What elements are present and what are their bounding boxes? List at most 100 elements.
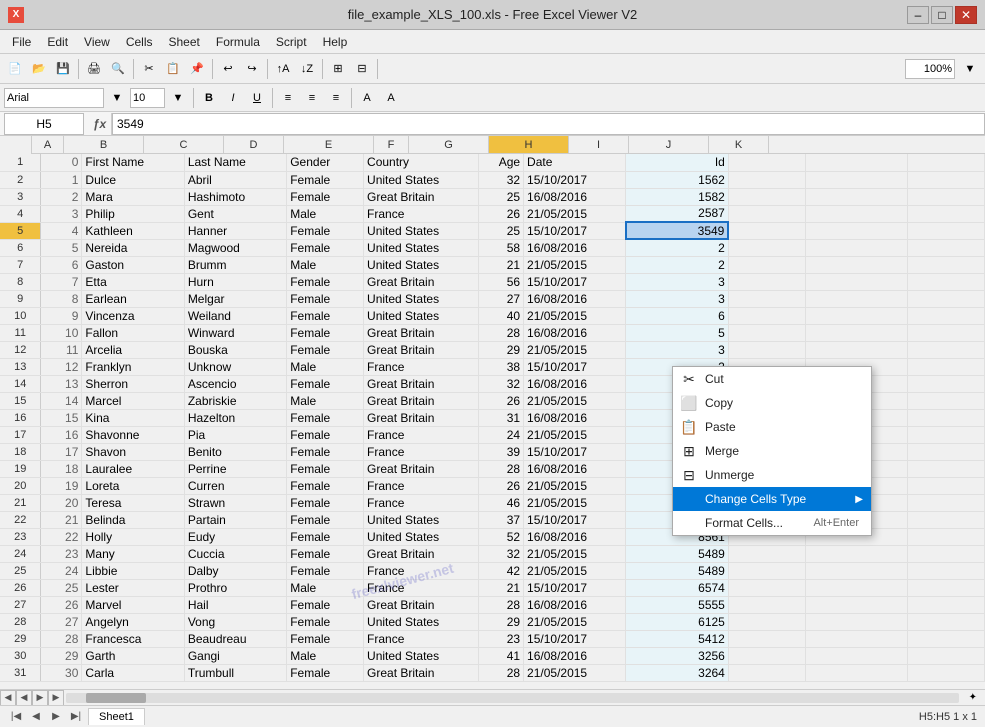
cell-f[interactable]: 23	[479, 630, 524, 647]
cell-d[interactable]: Female	[287, 460, 364, 477]
cell-i[interactable]	[728, 664, 805, 681]
cell-d[interactable]: Male	[287, 647, 364, 664]
cell-g[interactable]: 15/10/2017	[524, 358, 626, 375]
cell-i[interactable]	[728, 188, 805, 205]
cell-e[interactable]: Great Britain	[364, 664, 479, 681]
cell-c[interactable]: Zabriskie	[184, 392, 286, 409]
cell-k[interactable]	[908, 647, 985, 664]
cell-d[interactable]: Female	[287, 222, 364, 239]
minimize-button[interactable]: –	[907, 6, 929, 24]
cell-c[interactable]: Dalby	[184, 562, 286, 579]
color-text-btn[interactable]: A	[380, 87, 402, 109]
cell-c[interactable]: Cuccia	[184, 545, 286, 562]
cell-j[interactable]	[805, 613, 907, 630]
row-number[interactable]: 16	[0, 409, 41, 426]
font-size-dropdown[interactable]: ▼	[167, 87, 189, 109]
cell-k[interactable]	[908, 528, 985, 545]
row-number[interactable]: 5	[0, 222, 41, 239]
cell-c[interactable]: Magwood	[184, 239, 286, 256]
italic-btn[interactable]: I	[222, 87, 244, 109]
cell-f[interactable]: Age	[479, 154, 524, 171]
row-number[interactable]: 21	[0, 494, 41, 511]
cell-j[interactable]	[805, 630, 907, 647]
cell-k[interactable]	[908, 239, 985, 256]
cell-h[interactable]: 3	[626, 290, 728, 307]
row-number[interactable]: 22	[0, 511, 41, 528]
row-number[interactable]: 31	[0, 664, 41, 681]
sheet-tab-1[interactable]: Sheet1	[88, 708, 145, 725]
cell-b[interactable]: Fallon	[82, 324, 184, 341]
cell-c[interactable]: Winward	[184, 324, 286, 341]
cell-b[interactable]: Holly	[82, 528, 184, 545]
underline-btn[interactable]: U	[246, 87, 268, 109]
cell-b[interactable]: Garth	[82, 647, 184, 664]
ctx-format-cells[interactable]: Format Cells... Alt+Enter	[673, 511, 871, 535]
cell-f[interactable]: 28	[479, 596, 524, 613]
row-number[interactable]: 29	[0, 630, 41, 647]
cell-b[interactable]: Vincenza	[82, 307, 184, 324]
row-number[interactable]: 25	[0, 562, 41, 579]
cell-f[interactable]: 21	[479, 579, 524, 596]
cell-c[interactable]: Perrine	[184, 460, 286, 477]
cell-b[interactable]: Gaston	[82, 256, 184, 273]
cell-k[interactable]	[908, 358, 985, 375]
row-number[interactable]: 19	[0, 460, 41, 477]
cell-k[interactable]	[908, 256, 985, 273]
ctx-cut[interactable]: ✂ Cut	[673, 367, 871, 391]
cell-e[interactable]: Great Britain	[364, 409, 479, 426]
sheet-nav-last[interactable]: ▶|	[68, 709, 84, 725]
cell-h[interactable]: 1582	[626, 188, 728, 205]
menu-item-edit[interactable]: Edit	[39, 33, 76, 51]
row-number[interactable]: 3	[0, 188, 41, 205]
cell-e[interactable]: United States	[364, 528, 479, 545]
font-size-input[interactable]	[130, 88, 165, 108]
row-number[interactable]: 20	[0, 477, 41, 494]
menu-item-sheet[interactable]: Sheet	[161, 33, 208, 51]
font-name-dropdown[interactable]: ▼	[106, 87, 128, 109]
cell-b[interactable]: Loreta	[82, 477, 184, 494]
cell-j[interactable]	[805, 562, 907, 579]
cell-e[interactable]: France	[364, 494, 479, 511]
row-number[interactable]: 9	[0, 290, 41, 307]
cell-a[interactable]: 10	[41, 324, 82, 341]
cell-b[interactable]: Earlean	[82, 290, 184, 307]
cell-i[interactable]	[728, 341, 805, 358]
row-number[interactable]: 4	[0, 205, 41, 222]
cell-e[interactable]: United States	[364, 171, 479, 188]
hscroll-right-btn4[interactable]: ▶	[48, 690, 64, 706]
cell-h[interactable]: 5555	[626, 596, 728, 613]
cell-e[interactable]: United States	[364, 307, 479, 324]
redo-btn[interactable]: ↪	[241, 58, 263, 80]
cell-a[interactable]: 20	[41, 494, 82, 511]
row-number[interactable]: 30	[0, 647, 41, 664]
cell-k[interactable]	[908, 154, 985, 171]
cell-a[interactable]: 26	[41, 596, 82, 613]
cell-j[interactable]	[805, 239, 907, 256]
cell-d[interactable]: Female	[287, 324, 364, 341]
cell-g[interactable]: 21/05/2015	[524, 664, 626, 681]
cell-c[interactable]: Beaudreau	[184, 630, 286, 647]
cell-f[interactable]: 29	[479, 341, 524, 358]
new-btn[interactable]: 📄	[4, 58, 26, 80]
cell-k[interactable]	[908, 596, 985, 613]
cell-g[interactable]: 15/10/2017	[524, 273, 626, 290]
cell-j[interactable]	[805, 222, 907, 239]
cell-g[interactable]: 15/10/2017	[524, 443, 626, 460]
cell-i[interactable]	[728, 154, 805, 171]
cell-d[interactable]: Female	[287, 511, 364, 528]
cell-k[interactable]	[908, 613, 985, 630]
cell-c[interactable]: Melgar	[184, 290, 286, 307]
cell-c[interactable]: Prothro	[184, 579, 286, 596]
cell-e[interactable]: Great Britain	[364, 324, 479, 341]
cell-e[interactable]: France	[364, 579, 479, 596]
cell-d[interactable]: Female	[287, 188, 364, 205]
row-number[interactable]: 18	[0, 443, 41, 460]
cell-g[interactable]: 15/10/2017	[524, 222, 626, 239]
cell-f[interactable]: 26	[479, 477, 524, 494]
formula-input[interactable]	[112, 113, 985, 135]
cell-k[interactable]	[908, 205, 985, 222]
row-number[interactable]: 8	[0, 273, 41, 290]
cell-e[interactable]: Great Britain	[364, 375, 479, 392]
cell-d[interactable]: Female	[287, 375, 364, 392]
cell-c[interactable]: Hurn	[184, 273, 286, 290]
